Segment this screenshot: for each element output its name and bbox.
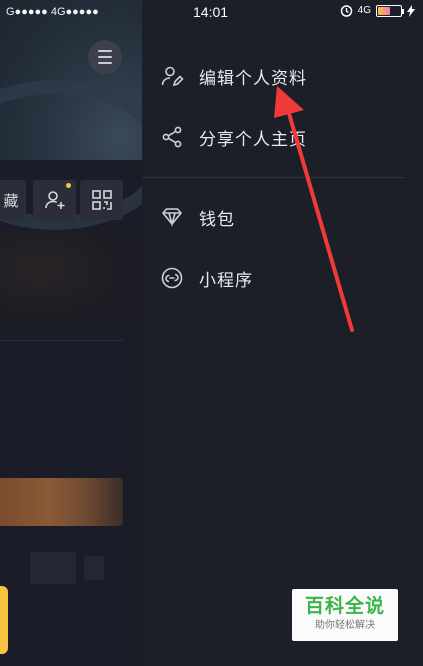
profile-background: 藏 — [0, 0, 142, 666]
network-type: 4G — [357, 5, 371, 16]
watermark-logo: 百科全说 助你轻松解决 — [292, 589, 398, 641]
profile-action-row: 藏 — [0, 180, 142, 220]
drawer-item-label: 小程序 — [199, 270, 253, 291]
side-drawer: 编辑个人资料 分享个人主页 钱包 小程序 — [142, 0, 423, 666]
drawer-item-mini-program[interactable]: 小程序 — [160, 258, 410, 298]
signal-indicator: G●●●●● 4G●●●●● — [6, 6, 99, 18]
mini-program-icon — [161, 267, 183, 289]
drawer-item-share-profile[interactable]: 分享个人主页 — [160, 117, 410, 157]
status-bar: G●●●●● 4G●●●●● 14:01 4G — [0, 0, 423, 26]
clock: 14:01 — [193, 4, 229, 20]
qr-code-icon — [91, 190, 112, 210]
notification-dot — [66, 183, 71, 188]
wallet-diamond-icon — [161, 208, 183, 228]
hamburger-icon — [98, 48, 112, 66]
add-friend-button[interactable] — [33, 180, 76, 220]
watermark-title: 百科全说 — [304, 595, 385, 617]
drawer-item-label: 编辑个人资料 — [199, 68, 307, 89]
drawer-item-edit-profile[interactable]: 编辑个人资料 — [160, 56, 410, 96]
watermark-subtitle: 助你轻松解决 — [315, 620, 375, 631]
content-banner[interactable] — [0, 478, 123, 526]
edit-profile-icon — [161, 66, 184, 87]
qr-code-button[interactable] — [80, 180, 123, 220]
floating-tab[interactable] — [0, 586, 8, 654]
add-friend-icon — [44, 191, 64, 209]
menu-button[interactable] — [88, 40, 122, 74]
drawer-item-label: 钱包 — [199, 209, 235, 230]
battery-icon — [376, 4, 404, 17]
drawer-item-wallet[interactable]: 钱包 — [160, 197, 410, 237]
favorites-label: 藏 — [3, 191, 19, 210]
alarm-icon — [340, 5, 352, 17]
status-icons: 4G — [340, 4, 415, 17]
favorites-button[interactable]: 藏 — [0, 180, 26, 220]
drawer-divider — [142, 177, 405, 178]
charging-icon — [407, 4, 415, 17]
drawer-item-label: 分享个人主页 — [199, 129, 307, 150]
share-icon — [162, 126, 182, 148]
